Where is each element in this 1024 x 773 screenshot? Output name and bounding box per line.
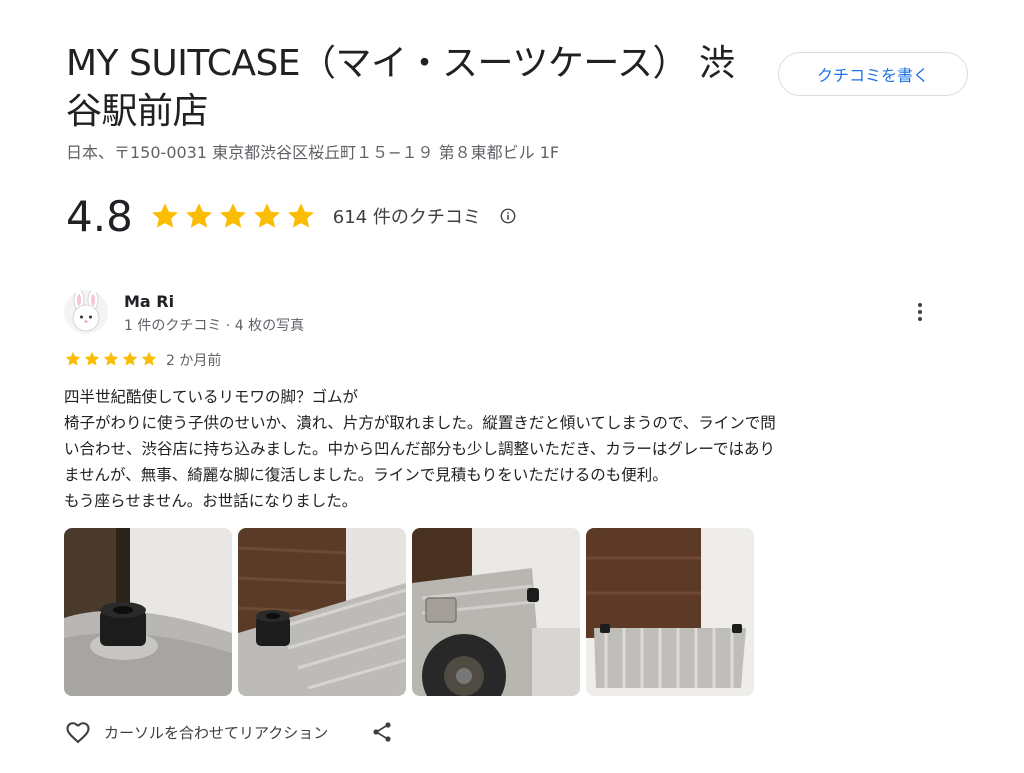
review-photo[interactable] (238, 528, 406, 696)
review-photo[interactable] (412, 528, 580, 696)
write-review-button[interactable]: クチコミを書く (778, 52, 968, 96)
review-line: 四半世紀酷使しているリモワの脚？ゴムが (64, 388, 359, 406)
review-body: 四半世紀酷使しているリモワの脚？ゴムが 椅子がわりに使う子供のせいか、潰れ、片方… (64, 384, 934, 514)
review-line: ませんが、無事、綺麗な脚に復活しました。ラインで見積もりをいただけるのも便利。 (64, 466, 668, 484)
heart-icon[interactable] (64, 718, 92, 746)
place-address: 日本、〒150-0031 東京都渋谷区桜丘町１５−１９ 第８東都ビル 1F (66, 143, 560, 162)
star-icon (219, 203, 246, 228)
review-line: もう座らせません。お世話になりました。 (64, 492, 358, 510)
share-icon[interactable] (370, 720, 394, 744)
star-icon (141, 351, 157, 366)
review-count[interactable]: 614 件のクチコミ (333, 203, 481, 229)
avatar[interactable] (64, 290, 108, 334)
review-photo[interactable] (586, 528, 754, 696)
review-line: 椅子がわりに使う子供のせいか、潰れ、片方が取れました。縦置きだと傾いてしまうので… (64, 414, 776, 432)
review-photo[interactable] (64, 528, 232, 696)
more-vert-icon[interactable] (908, 300, 932, 324)
star-icon (253, 203, 280, 228)
star-icon (122, 351, 138, 366)
review-date: 2 か月前 (166, 353, 222, 369)
star-icon (84, 351, 100, 366)
review-stars (64, 350, 158, 368)
review-photos (64, 528, 754, 696)
reviewer-meta: 1 件のクチコミ · 4 枚の写真 (124, 318, 305, 334)
star-icon (65, 351, 81, 366)
info-icon[interactable] (499, 207, 517, 225)
star-icon (151, 203, 178, 228)
rating-summary: 4.8 614 件のクチコミ (66, 190, 517, 242)
review-line: い合わせ、渋谷店に持ち込みました。中から凹んだ部分も少し調整いただき、カラーはグ… (64, 440, 775, 458)
reviewer-name[interactable]: Ma Ri (124, 292, 174, 311)
star-icon (103, 351, 119, 366)
rating-value: 4.8 (66, 191, 133, 241)
star-icon (287, 203, 314, 228)
rating-stars (149, 200, 317, 232)
star-icon (185, 203, 212, 228)
place-title: MY SUITCASE（マイ・スーツケース） 渋谷駅前店 (66, 43, 735, 132)
review-actions: カーソルを合わせてリアクション (64, 716, 394, 748)
react-label: カーソルを合わせてリアクション (104, 723, 329, 742)
